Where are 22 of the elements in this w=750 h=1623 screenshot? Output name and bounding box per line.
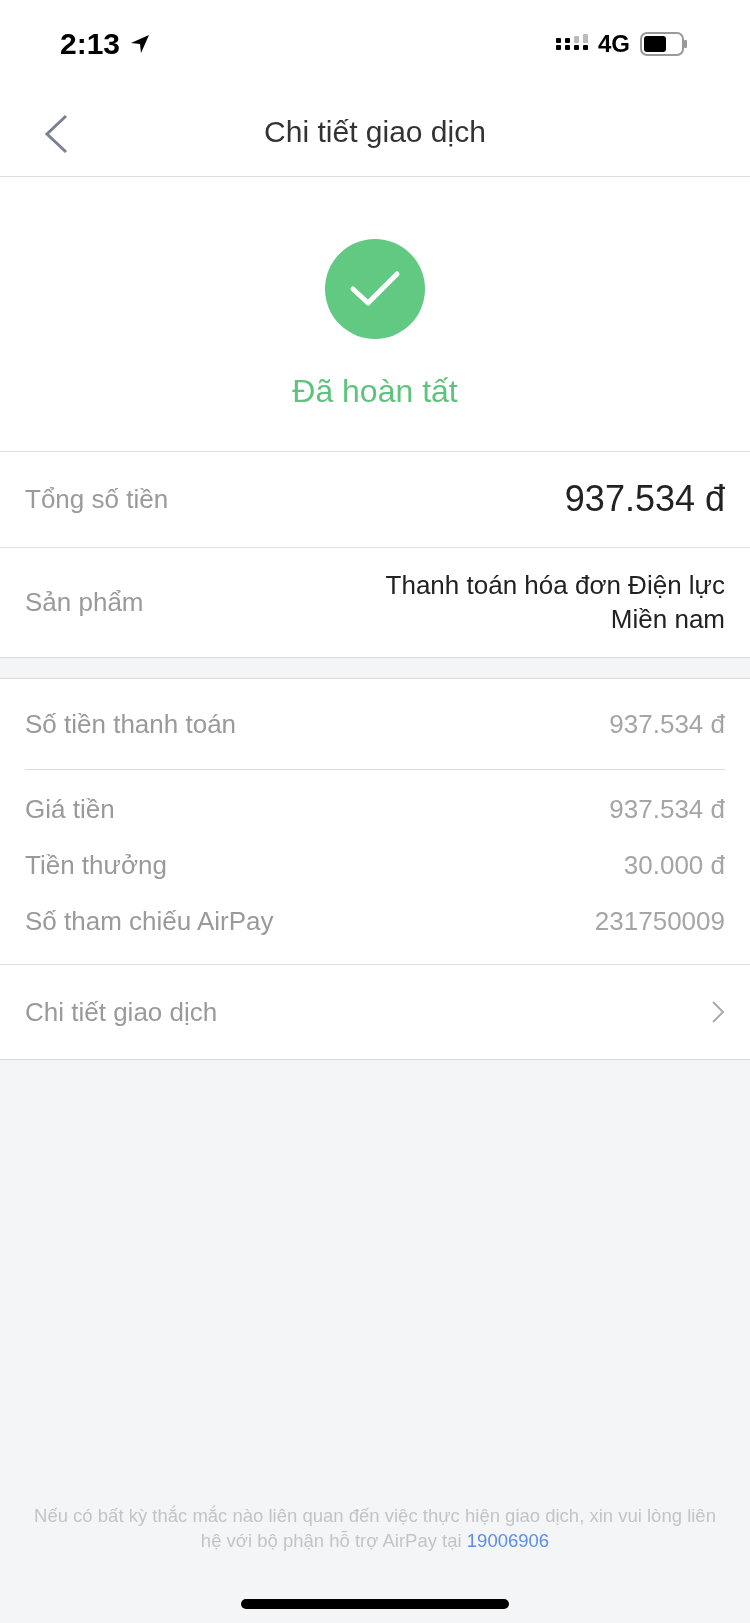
detail-label: Số tham chiếu AirPay (25, 905, 274, 937)
status-time: 2:13 (60, 27, 121, 61)
detail-value: 30.000 đ (623, 849, 725, 881)
page-title: Chi tiết giao dịch (264, 115, 486, 149)
detail-value: 231750009 (594, 905, 725, 937)
summary-value: Thanh toán hóa đơn Điện lực Miền nam (385, 568, 725, 636)
battery-icon (640, 32, 688, 56)
network-type: 4G (598, 30, 630, 58)
detail-label: Giá tiền (25, 793, 115, 825)
status-label: Đã hoàn tất (292, 373, 458, 410)
payment-value: 937.534 đ (609, 708, 725, 740)
detail-label: Tiền thưởng (25, 849, 167, 881)
back-chevron-icon (44, 114, 68, 154)
transaction-detail-link[interactable]: Chi tiết giao dịch (0, 965, 750, 1060)
phone-link[interactable]: 19006906 (466, 1530, 550, 1551)
summary-label: Tổng số tiền (25, 484, 169, 515)
summary-label: Sản phẩm (25, 587, 144, 618)
chevron-right-icon (711, 1000, 725, 1024)
detail-value: 937.534 đ (609, 793, 725, 825)
location-arrow-icon (130, 34, 151, 54)
payment-label: Số tiền thanh toán (25, 708, 237, 740)
summary-value: 937.534 đ (564, 477, 725, 522)
